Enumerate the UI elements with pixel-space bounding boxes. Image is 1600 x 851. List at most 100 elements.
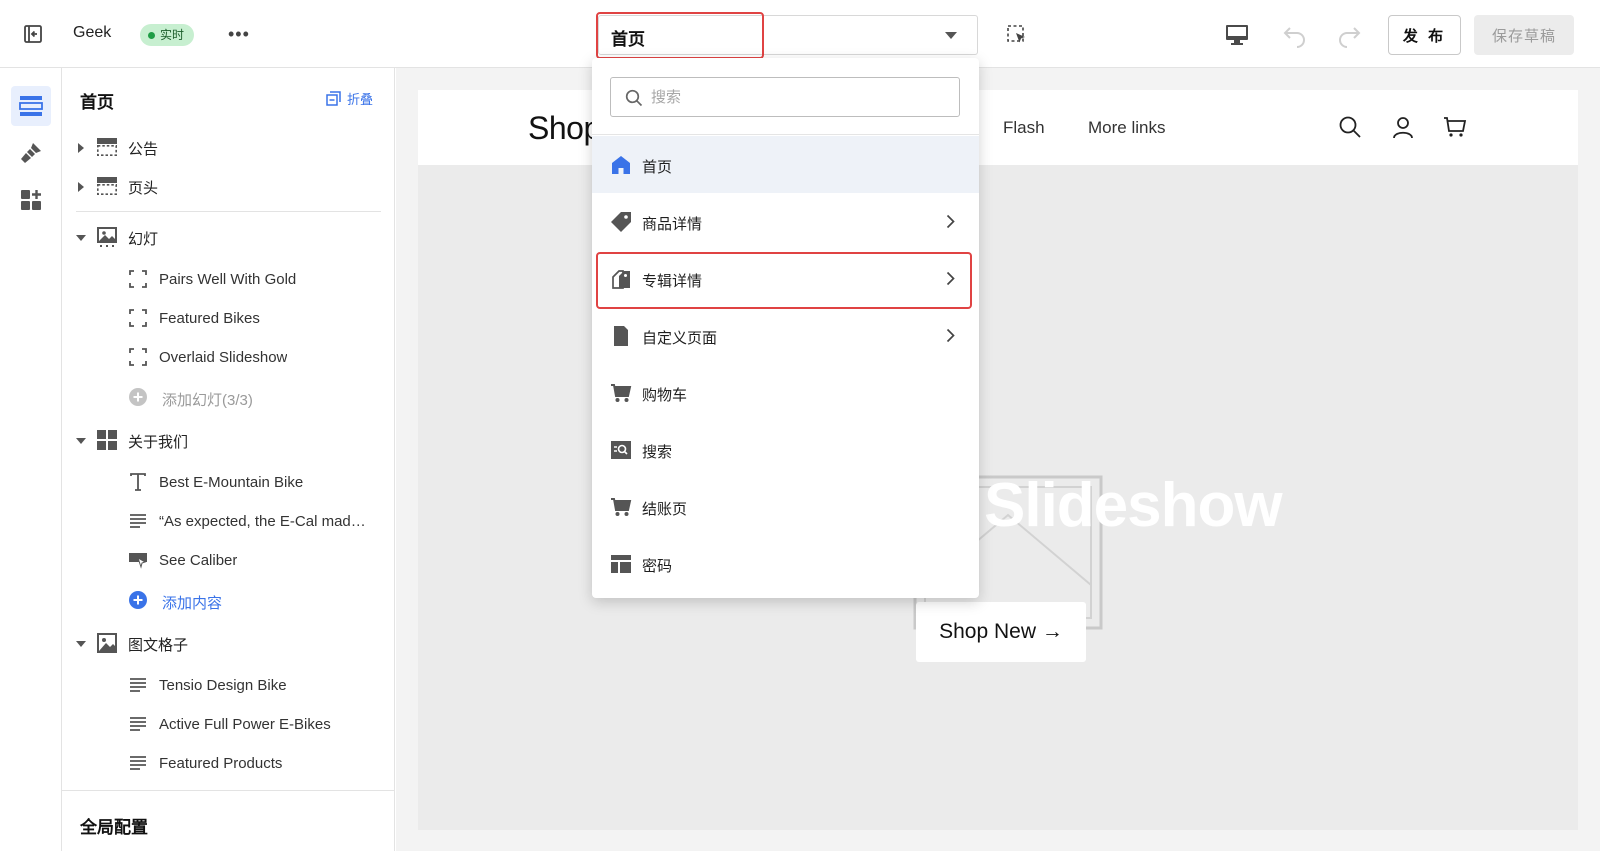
checkout-cart-icon (611, 498, 632, 516)
password-layout-icon (611, 555, 631, 573)
menu-item-search[interactable]: 搜索 (592, 421, 979, 478)
rail-apps-button[interactable] (11, 180, 51, 220)
page-search-box[interactable] (610, 77, 960, 117)
global-config-button[interactable]: 全局配置 (62, 790, 394, 851)
menu-item-checkout[interactable]: 结账页 (592, 478, 979, 535)
content-item-label: Active Full Power E-Bikes (159, 716, 331, 733)
paragraph-icon (130, 678, 146, 692)
add-circle-icon (129, 388, 147, 406)
content-item-label: See Caliber (159, 552, 238, 569)
collapse-all-button[interactable]: 折叠 (326, 89, 373, 108)
slideshow-heading: Slideshow (984, 471, 1283, 540)
menu-item-label: 首页 (642, 159, 673, 176)
home-icon (612, 156, 630, 174)
highlight-box-collection-detail (596, 252, 972, 309)
search-icon[interactable] (1338, 115, 1362, 139)
content-item[interactable]: Best E-Mountain Bike (62, 464, 394, 500)
content-item[interactable]: Tensio Design Bike (62, 667, 394, 703)
paragraph-icon (130, 717, 146, 731)
rail-theme-button[interactable] (11, 133, 51, 173)
collapse-arrow-icon[interactable] (76, 641, 86, 647)
paint-brush-icon (21, 143, 41, 163)
cart-icon[interactable] (1443, 115, 1467, 139)
menu-item-home[interactable]: 首页 (592, 136, 979, 193)
add-content-button[interactable]: 添加内容 (62, 582, 394, 618)
more-options-icon[interactable]: ••• (228, 24, 250, 44)
collapse-icon (326, 91, 341, 106)
publish-button[interactable]: 发 布 (1388, 15, 1461, 55)
section-announcement[interactable]: 公告 (62, 129, 394, 165)
select-element-icon[interactable] (1006, 24, 1028, 46)
section-label: 幻灯 (128, 231, 159, 248)
page-icon (614, 326, 628, 346)
slide-frame-icon (129, 270, 147, 288)
slide-item[interactable]: Pairs Well With Gold (62, 261, 394, 297)
menu-item-product-detail[interactable]: 商品详情 (592, 193, 979, 250)
section-label: 公告 (128, 141, 159, 158)
slide-item[interactable]: Featured Bikes (62, 300, 394, 336)
image-section-icon (97, 227, 117, 247)
menu-item-password[interactable]: 密码 (592, 535, 979, 592)
collapse-arrow-icon[interactable] (76, 235, 86, 241)
menu-item-cart[interactable]: 购物车 (592, 364, 979, 421)
rail-sections-button[interactable] (11, 86, 51, 126)
button-click-icon (129, 553, 147, 569)
section-label: 页头 (128, 180, 159, 197)
menu-item-label: 搜索 (642, 444, 673, 461)
menu-item-label: 自定义页面 (642, 330, 718, 347)
shop-new-button[interactable]: Shop New → (916, 602, 1086, 662)
slide-item-label: Overlaid Slideshow (159, 349, 288, 366)
section-image-grid[interactable]: 图文格子 (62, 625, 394, 661)
account-icon[interactable] (1391, 115, 1415, 139)
live-status-label: 实时 (160, 28, 185, 42)
content-item[interactable]: “As expected, the E-Cal mad… (62, 503, 394, 539)
menu-item-label: 密码 (642, 558, 673, 575)
save-draft-button[interactable]: 保存草稿 (1474, 15, 1574, 55)
slide-item[interactable]: Overlaid Slideshow (62, 339, 394, 375)
grid-section-icon (97, 430, 117, 450)
content-item[interactable]: See Caliber (62, 542, 394, 578)
content-item[interactable]: Featured Products (62, 745, 394, 781)
redo-icon[interactable] (1336, 22, 1362, 48)
caret-down-icon (945, 32, 957, 39)
add-circle-icon (129, 591, 147, 609)
section-header[interactable]: 页头 (62, 168, 394, 204)
paragraph-icon (130, 756, 146, 770)
page-search-input[interactable] (651, 82, 951, 112)
content-item-label: Featured Products (159, 755, 283, 772)
store-name: Geek (73, 24, 112, 41)
exit-editor-icon[interactable] (22, 23, 44, 45)
tool-rail (0, 68, 62, 851)
panel-title: 首页 (80, 93, 114, 112)
collapse-all-label: 折叠 (347, 92, 374, 107)
slide-frame-icon (129, 348, 147, 366)
content-item-label: “As expected, the E-Cal mad… (159, 513, 366, 530)
chevron-right-icon (946, 328, 955, 343)
menu-item-custom-page[interactable]: 自定义页面 (592, 307, 979, 364)
section-about[interactable]: 关于我们 (62, 422, 394, 458)
collapse-arrow-icon[interactable] (76, 438, 86, 444)
expand-arrow-icon[interactable] (78, 182, 84, 192)
add-slide-label: 添加幻灯(3/3) (162, 392, 253, 409)
add-slide-button[interactable]: 添加幻灯(3/3) (62, 379, 394, 415)
section-label: 图文格子 (128, 637, 189, 654)
slide-item-label: Featured Bikes (159, 310, 260, 327)
content-item[interactable]: Active Full Power E-Bikes (62, 706, 394, 742)
apps-add-icon (21, 190, 41, 210)
preview-nav-link[interactable]: More links (1088, 118, 1165, 138)
expand-arrow-icon[interactable] (78, 143, 84, 153)
panel-divider (76, 211, 381, 212)
preview-nav-link[interactable]: Flash (1003, 118, 1045, 138)
section-slideshow[interactable]: 幻灯 (62, 219, 394, 255)
undo-icon[interactable] (1282, 22, 1308, 48)
dropdown-divider (592, 134, 979, 135)
desktop-view-icon[interactable] (1225, 24, 1249, 46)
sections-layout-icon (19, 96, 43, 116)
cart-icon (611, 384, 632, 402)
content-item-label: Tensio Design Bike (159, 677, 287, 694)
content-item-label: Best E-Mountain Bike (159, 474, 304, 491)
menu-item-label: 结账页 (642, 501, 688, 518)
slide-frame-icon (129, 309, 147, 327)
image-text-icon (97, 633, 117, 653)
text-heading-icon (130, 473, 146, 491)
